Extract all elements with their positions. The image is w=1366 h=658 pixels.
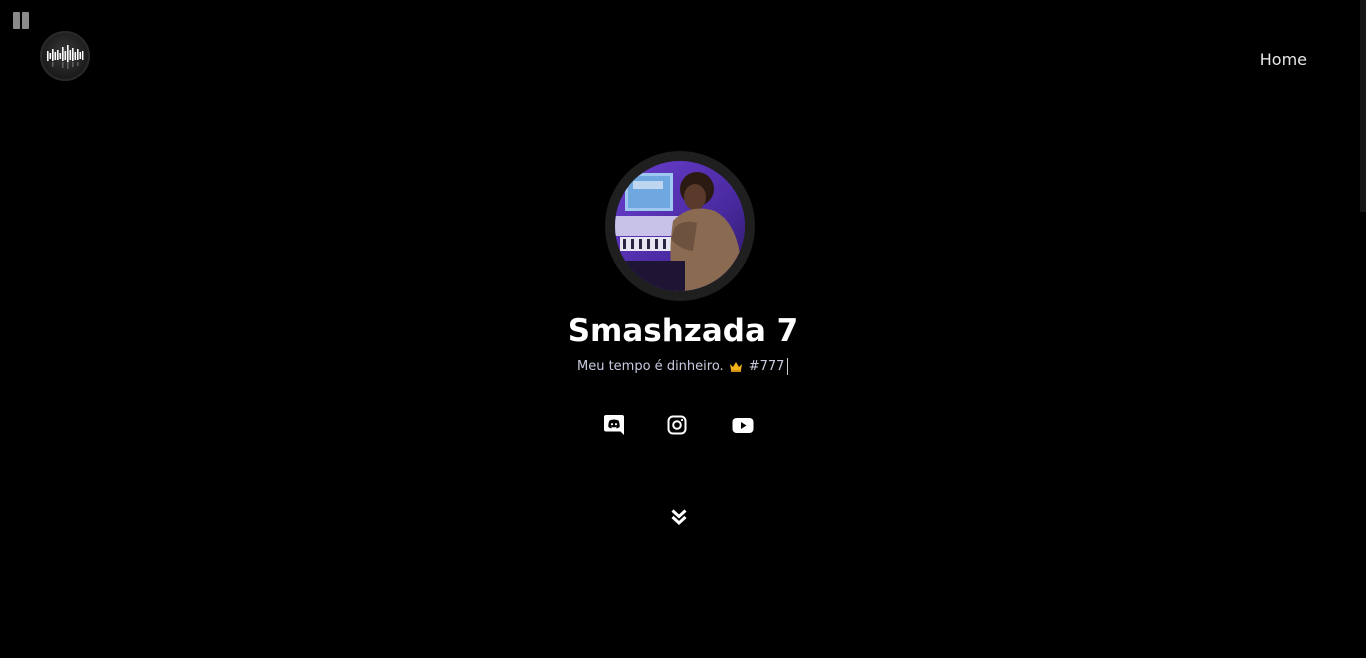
scrollbar[interactable] [1360, 0, 1366, 212]
equalizer-bars [47, 45, 84, 69]
profile-name: Smashzada 7 [567, 313, 799, 349]
instagram-icon[interactable] [665, 413, 689, 437]
page: Home Smashzada 7 Meu tempo é dinheiro. #… [0, 0, 1366, 658]
pause-icon[interactable] [13, 12, 31, 30]
avatar-ring [605, 151, 755, 301]
bio-text: Meu tempo é dinheiro. [577, 359, 724, 374]
pause-bar-left [13, 12, 20, 29]
youtube-icon[interactable] [731, 413, 755, 437]
typing-cursor [787, 358, 789, 375]
nav-home-link[interactable]: Home [1260, 50, 1307, 69]
double-chevron-down-icon[interactable] [669, 507, 689, 527]
profile-bio: Meu tempo é dinheiro. #777 [577, 358, 789, 375]
pause-bar-right [22, 12, 29, 29]
crown-icon [729, 361, 743, 372]
bio-tag: #777 [748, 359, 785, 374]
avatar [615, 161, 745, 291]
profile-photo [615, 161, 745, 291]
discord-icon[interactable] [602, 413, 626, 437]
social-links [0, 413, 1366, 437]
equalizer-logo-icon[interactable] [40, 31, 90, 81]
